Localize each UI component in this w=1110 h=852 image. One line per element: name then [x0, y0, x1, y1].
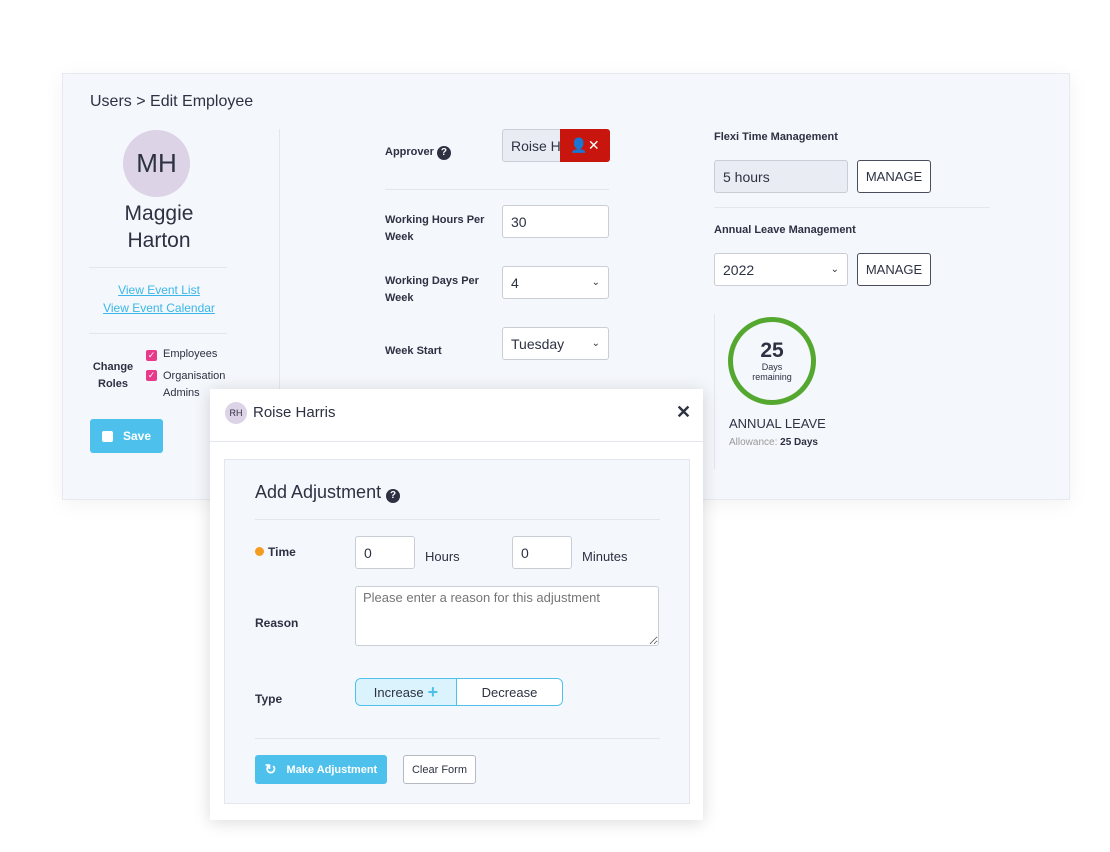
- change-roles-label: Change Roles: [92, 361, 134, 390]
- working-hours-input[interactable]: 30: [502, 205, 609, 238]
- employee-name: Maggie Harton: [89, 200, 229, 254]
- leave-manage-button[interactable]: MANAGE: [857, 253, 931, 286]
- breadcrumb: Users > Edit Employee: [90, 93, 254, 110]
- days-remaining-label: Days remaining: [752, 362, 792, 382]
- allowance: Allowance: 25 Days: [729, 437, 818, 448]
- flexi-manage-button[interactable]: MANAGE: [857, 160, 931, 193]
- week-start-select[interactable]: Tuesday ⌄: [502, 327, 609, 360]
- reason-label: Reason: [255, 616, 299, 630]
- first-name: Maggie: [124, 202, 194, 225]
- chevron-down-icon: ⌄: [591, 277, 600, 288]
- days-remaining-value: 25: [760, 339, 784, 362]
- view-event-list-link[interactable]: View Event List: [89, 283, 229, 297]
- approver-label: Approver ?: [385, 144, 451, 161]
- type-toggle: Increase + Decrease: [355, 678, 563, 706]
- type-label: Type: [255, 692, 283, 706]
- week-start-label: Week Start: [385, 345, 442, 357]
- minutes-input[interactable]: 0: [512, 536, 572, 569]
- modal-avatar: RH: [225, 402, 247, 424]
- chevron-down-icon: ⌄: [830, 264, 839, 275]
- leave-year-select[interactable]: 2022 ⌄: [714, 253, 848, 286]
- help-icon[interactable]: ?: [436, 146, 451, 160]
- hours-unit: Hours: [425, 549, 460, 564]
- make-adjustment-button[interactable]: ↻ Make Adjustment: [255, 755, 387, 784]
- chevron-down-icon: ⌄: [591, 338, 600, 349]
- clear-form-button[interactable]: Clear Form: [403, 755, 476, 784]
- hours-input[interactable]: 0: [355, 536, 415, 569]
- remove-approver-button[interactable]: 👤✕: [560, 129, 610, 162]
- add-adjustment-form: Add Adjustment ? Time 0 Hours 0 Minutes …: [224, 459, 690, 804]
- close-icon[interactable]: ✕: [676, 402, 691, 423]
- working-days-label: Working Days Per Week: [385, 275, 479, 304]
- days-remaining-ring: 25 Days remaining: [728, 317, 816, 405]
- avatar: MH: [123, 130, 190, 197]
- flexi-time-value: 5 hours: [714, 160, 848, 193]
- view-event-calendar-link[interactable]: View Event Calendar: [89, 301, 229, 315]
- help-icon[interactable]: ?: [386, 489, 401, 503]
- working-days-select[interactable]: 4 ⌄: [502, 266, 609, 299]
- last-name: Harton: [127, 229, 191, 252]
- user-remove-icon: 👤✕: [570, 137, 600, 153]
- flexi-time-title: Flexi Time Management: [714, 131, 838, 143]
- minutes-unit: Minutes: [582, 549, 628, 564]
- refresh-icon: ↻: [264, 761, 277, 777]
- modal-user-name: Roise Harris: [253, 404, 336, 421]
- annual-leave-title: Annual Leave Management: [714, 224, 856, 236]
- employees-role-label: Employees: [163, 348, 218, 360]
- floppy-disk-icon: [101, 430, 113, 442]
- plus-icon: +: [427, 681, 439, 702]
- decrease-button[interactable]: Decrease: [457, 679, 562, 705]
- working-hours-label: Working Hours Per Week: [385, 214, 485, 243]
- form-title: Add Adjustment ?: [255, 482, 401, 503]
- employees-checkbox[interactable]: ✓: [146, 350, 157, 361]
- required-dot: [255, 547, 264, 556]
- time-label: Time: [255, 544, 296, 561]
- reason-textarea[interactable]: [355, 586, 659, 646]
- save-button[interactable]: Save: [90, 419, 163, 453]
- adjustment-modal: RH Roise Harris ✕ Add Adjustment ? Time …: [210, 389, 703, 820]
- annual-leave-heading: ANNUAL LEAVE: [729, 416, 826, 431]
- increase-button[interactable]: Increase +: [356, 679, 457, 705]
- organisation-admins-checkbox[interactable]: ✓: [146, 370, 157, 381]
